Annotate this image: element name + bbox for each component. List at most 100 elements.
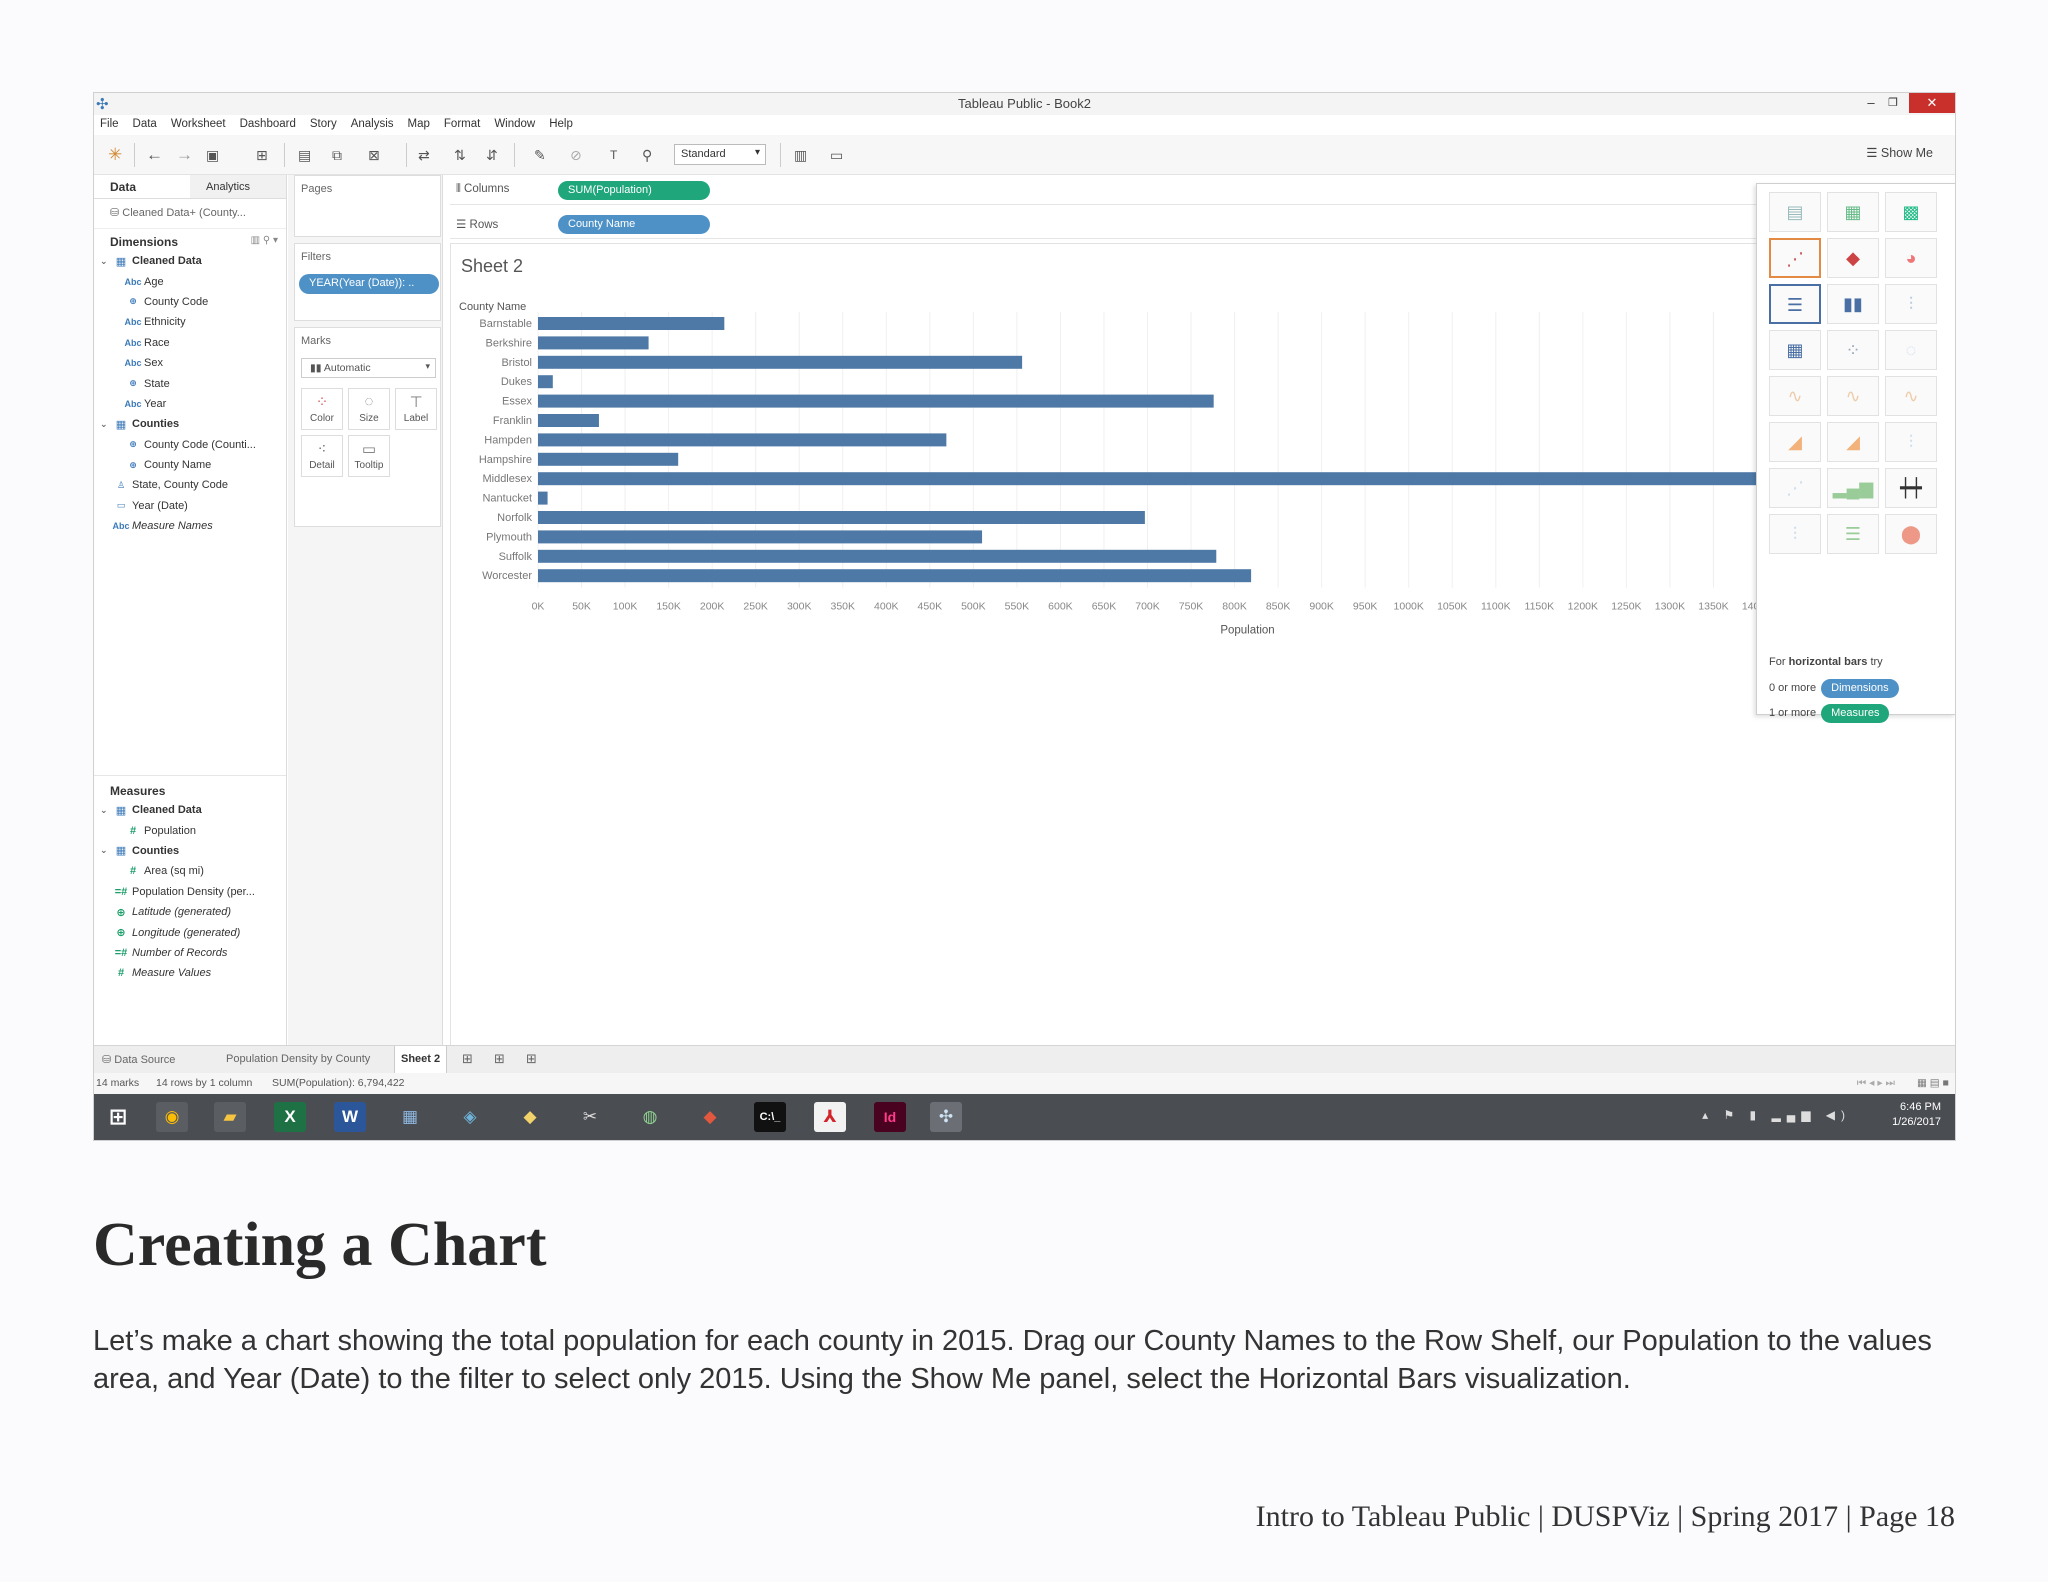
pages-card[interactable]: Pages	[294, 175, 441, 237]
horizontal-bars-thumbnail[interactable]: ☰	[1769, 284, 1821, 324]
tableau-taskbar-icon[interactable]: ✣	[930, 1102, 962, 1132]
menu-data[interactable]: Data	[133, 115, 165, 135]
dimensions-field[interactable]: ⌄ ▦ Counties	[94, 414, 286, 434]
measures-field[interactable]: # Area (sq mi)	[94, 861, 286, 881]
dimensions-tools-icon[interactable]: ▥ ⚲ ▾	[251, 235, 278, 246]
sort-descending-icon[interactable]: ⇵	[486, 147, 498, 164]
measures-field[interactable]: ⌄ ▦ Counties	[94, 841, 286, 861]
word-icon[interactable]: W	[334, 1102, 366, 1132]
chart-type-thumbnail[interactable]: ▦	[1827, 192, 1879, 232]
expand-chevron-icon[interactable]: ⌄	[100, 845, 110, 856]
excel-icon[interactable]: X	[274, 1102, 306, 1132]
expand-chevron-icon[interactable]: ⌄	[100, 805, 110, 816]
chart-type-thumbnail[interactable]: ∿	[1885, 376, 1937, 416]
menu-map[interactable]: Map	[408, 115, 438, 135]
show-me-button[interactable]: ☰ Show Me	[1866, 145, 1933, 160]
chart-type-thumbnail[interactable]: ⁘	[1827, 330, 1879, 370]
chart-type-thumbnail[interactable]: ⬤	[1885, 514, 1937, 554]
dimensions-field[interactable]: ♙ State, County Code	[94, 475, 286, 495]
worksheet-view[interactable]: Sheet 2 County Name Barnstable Berkshire Br…	[450, 243, 1955, 1047]
tab-sheet-2[interactable]: Sheet 2	[394, 1046, 448, 1074]
tableau-start-icon[interactable]: ✳	[108, 145, 122, 165]
duplicate-sheet-icon[interactable]: ⧉	[332, 147, 342, 164]
color-button[interactable]: ⁘ Color	[301, 388, 343, 430]
chart-type-thumbnail[interactable]: ☰	[1827, 514, 1879, 554]
menu-story[interactable]: Story	[310, 115, 345, 135]
tooltip-button[interactable]: ▭ Tooltip	[348, 435, 390, 477]
notepad-icon[interactable]: ◈	[454, 1102, 486, 1132]
terminal-icon[interactable]: C:\_	[754, 1102, 786, 1132]
year-filter-pill[interactable]: YEAR(Year (Date)): ..	[299, 274, 439, 294]
sum-population-pill[interactable]: SUM(Population)	[558, 181, 710, 200]
filters-card[interactable]: Filters YEAR(Year (Date)): ..	[294, 243, 441, 321]
dimensions-field[interactable]: ⊕ County Code	[94, 292, 286, 312]
expand-chevron-icon[interactable]: ⌄	[100, 256, 110, 267]
sticky-notes-icon[interactable]: ◆	[514, 1102, 546, 1132]
measures-field[interactable]: # Measure Values	[94, 963, 286, 983]
close-button[interactable]: ✕	[1909, 93, 1955, 113]
tab-data[interactable]: Data	[94, 175, 190, 198]
calculator-icon[interactable]: ▦	[394, 1102, 426, 1132]
tab-analytics[interactable]: Analytics	[190, 175, 286, 198]
size-button[interactable]: ◌ Size	[348, 388, 390, 430]
chart-type-thumbnail[interactable]: ∿	[1827, 376, 1879, 416]
measures-field[interactable]: ⊕ Latitude (generated)	[94, 902, 286, 922]
county-name-pill[interactable]: County Name	[558, 215, 710, 234]
detail-button[interactable]: ⁖ Detail	[301, 435, 343, 477]
chart-type-thumbnail[interactable]: ◕	[1885, 238, 1937, 278]
view-toggle-icon[interactable]: ▦ ▤ ■	[1917, 1077, 1949, 1089]
menu-format[interactable]: Format	[444, 115, 488, 135]
menu-help[interactable]: Help	[549, 115, 581, 135]
new-worksheet-icon[interactable]: ▤	[298, 147, 311, 164]
chart-type-thumbnail[interactable]: ⋰	[1769, 238, 1821, 278]
chart-type-thumbnail[interactable]: ▮▮	[1827, 284, 1879, 324]
file-explorer-icon[interactable]: ▰	[214, 1102, 246, 1132]
measures-field[interactable]: ⌄ ▦ Cleaned Data	[94, 800, 286, 820]
swap-rows-columns-icon[interactable]: ⇄	[418, 147, 430, 164]
chart-type-thumbnail[interactable]: ◌	[1885, 330, 1937, 370]
presentation-mode-icon[interactable]: ▭	[830, 147, 843, 164]
highlight-icon[interactable]: ✎	[534, 147, 546, 164]
clock[interactable]: 6:46 PM 1/26/2017	[1892, 1100, 1941, 1130]
chart-type-thumbnail[interactable]: ⫶	[1885, 422, 1937, 462]
chrome-icon[interactable]: ◉	[156, 1102, 188, 1132]
chart-type-thumbnail[interactable]: ∿	[1769, 376, 1821, 416]
git-icon[interactable]: ◆	[694, 1102, 726, 1132]
fit-dropdown[interactable]: Standard ▾	[674, 144, 766, 165]
chart-type-thumbnail[interactable]: ▂▄▆	[1827, 468, 1879, 508]
tab-data-source[interactable]: ⛁ Data Source	[102, 1053, 175, 1066]
chart-type-thumbnail[interactable]: ◆	[1827, 238, 1879, 278]
menu-analysis[interactable]: Analysis	[351, 115, 402, 135]
measures-field[interactable]: =# Number of Records	[94, 943, 286, 963]
clear-sheet-icon[interactable]: ⊠	[368, 147, 380, 164]
fix-axes-icon[interactable]: ⚲	[642, 147, 652, 164]
redo-icon[interactable]: →	[176, 145, 193, 165]
dimensions-field[interactable]: Abc Race	[94, 333, 286, 353]
new-story-tab-icon[interactable]: ⊞	[526, 1051, 537, 1067]
show-cards-icon[interactable]: ▥	[794, 147, 807, 164]
expand-chevron-icon[interactable]: ⌄	[100, 419, 110, 430]
menu-file[interactable]: File	[100, 115, 127, 135]
chart-type-thumbnail[interactable]: ▤	[1769, 192, 1821, 232]
new-datasource-icon[interactable]: ⊞	[256, 147, 268, 164]
windows-start-icon[interactable]: ⊞	[102, 1102, 134, 1132]
columns-shelf[interactable]: ⫴ Columns SUM(Population)	[450, 175, 1838, 205]
globe-icon[interactable]: ◍	[634, 1102, 666, 1132]
rows-shelf[interactable]: ☰ Rows County Name	[450, 209, 1838, 239]
measures-field[interactable]: # Population	[94, 820, 286, 840]
datasource-item[interactable]: ⛁ Cleaned Data+ (County...	[94, 199, 286, 229]
menu-dashboard[interactable]: Dashboard	[240, 115, 304, 135]
chart-type-thumbnail[interactable]: ⫶	[1769, 514, 1821, 554]
dimensions-field[interactable]: ⊕ County Code (Counti...	[94, 435, 286, 455]
dimensions-field[interactable]: ⌄ ▦ Cleaned Data	[94, 251, 286, 271]
tab-nav-icon[interactable]: ⏮ ◂ ▸ ⏭	[1857, 1077, 1895, 1090]
mark-type-dropdown[interactable]: ▮▮ Automatic ▾	[301, 358, 436, 378]
dimensions-field[interactable]: ⊕ County Name	[94, 455, 286, 475]
menu-worksheet[interactable]: Worksheet	[171, 115, 234, 135]
snipping-tool-icon[interactable]: ✂	[574, 1102, 606, 1132]
label-button[interactable]: ⊤ Label	[395, 388, 437, 430]
restore-button[interactable]: ❐	[1883, 93, 1903, 113]
dimensions-field[interactable]: ▭ Year (Date)	[94, 496, 286, 516]
chart-type-thumbnail[interactable]: ◢	[1769, 422, 1821, 462]
tab-population-density[interactable]: Population Density by County	[226, 1053, 370, 1065]
